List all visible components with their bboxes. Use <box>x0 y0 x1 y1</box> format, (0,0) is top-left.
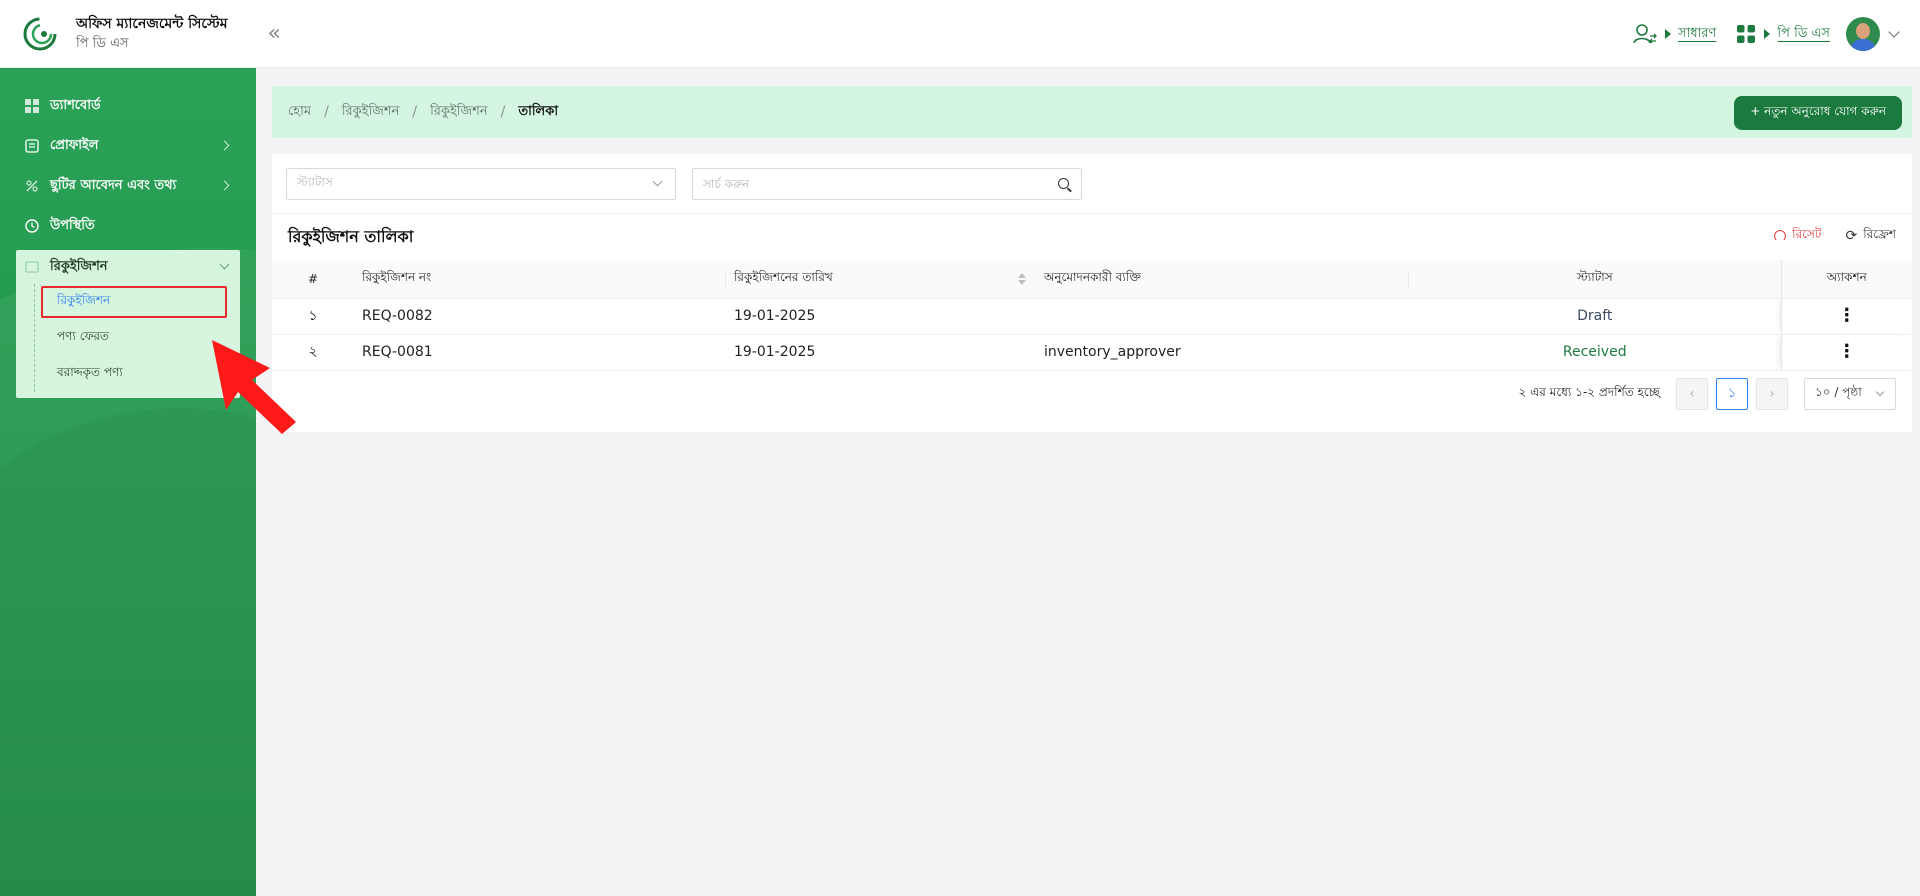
table-title: রিকুইজিশন তালিকা <box>288 226 414 246</box>
status-select[interactable]: স্ট্যাটাস <box>286 167 676 200</box>
row-date: 19-01-2025 <box>726 298 1036 335</box>
search-icon[interactable] <box>1058 177 1069 189</box>
module-switch[interactable]: পি ডি এস <box>1736 24 1830 45</box>
dashboard-icon <box>24 98 40 114</box>
page-button-current[interactable]: ১ <box>1716 378 1748 410</box>
sidebar-item-profile[interactable]: প্রোফাইল <box>0 126 256 166</box>
row-date: 19-01-2025 <box>726 334 1036 371</box>
breadcrumb: হোম / রিকুইজিশন / রিকুইজিশন / তালিকা + ন… <box>272 86 1912 138</box>
table-row: ১ REQ-0082 19-01-2025 Draft ⋮ <box>272 298 1912 335</box>
search-input[interactable] <box>693 169 1033 198</box>
pagination: ২ এর মধ্যে ১-২ প্রদর্শিত হচ্ছে ‹ ১ › ১০ … <box>1518 378 1896 410</box>
col-approver: অনুমোদনকারী ব্যক্তি <box>1036 260 1409 299</box>
refresh-button[interactable]: ⟳ রিফ্রেশ <box>1845 226 1896 246</box>
chevron-down-icon[interactable] <box>1888 26 1900 38</box>
page-size-label: ১০ / পৃষ্ঠা <box>1815 385 1862 399</box>
row-status: Draft <box>1409 298 1781 335</box>
col-date[interactable]: রিকুইজিশনের তারিখ <box>726 260 1036 299</box>
reset-label: রিসেট <box>1792 227 1822 241</box>
next-page-button[interactable]: › <box>1756 378 1788 410</box>
sidebar-item-requisition[interactable]: রিকুইজিশন <box>16 250 240 284</box>
highlight-box <box>41 286 227 318</box>
apps-grid-icon <box>1737 25 1756 43</box>
chevron-down-icon <box>652 176 663 186</box>
breadcrumb-current: তালিকা <box>518 103 559 119</box>
main-content: হোম / রিকুইজিশন / রিকুইজিশন / তালিকা + ন… <box>256 68 1920 896</box>
requisition-table: # রিকুইজিশন নং রিকুইজিশনের তারিখ অনুমোদন… <box>272 260 1912 371</box>
clock-icon <box>24 218 40 234</box>
kebab-menu-icon[interactable]: ⋮ <box>1838 307 1856 325</box>
reset-icon <box>1774 230 1787 242</box>
app-subtitle: পি ডি এস <box>76 35 129 51</box>
sidebar-item-label: ছুটির আবেদন এবং তথ্য <box>50 177 177 193</box>
col-action: অ্যাকশন <box>1780 260 1912 299</box>
chevron-down-icon <box>1875 387 1885 397</box>
pagination-info: ২ এর মধ্যে ১-২ প্রদর্শিত হচ্ছে <box>1518 385 1661 399</box>
table-row: ২ REQ-0081 19-01-2025 inventory_approver… <box>272 334 1912 371</box>
col-number: রিকুইজিশন নং <box>354 260 726 299</box>
role-link[interactable]: সাধারণ <box>1678 24 1716 45</box>
status-placeholder: স্ট্যাটাস <box>297 174 333 189</box>
row-action: ⋮ <box>1780 334 1912 371</box>
chevron-right-icon <box>219 140 230 151</box>
col-index: # <box>272 260 354 299</box>
top-header: অফিস ম্যানেজমেন্ট সিস্টেম পি ডি এস « সাধ… <box>0 0 1920 68</box>
pointer-arrow-icon <box>212 340 296 434</box>
row-status: Received <box>1409 334 1781 371</box>
reset-button[interactable]: রিসেট <box>1774 226 1821 246</box>
user-switch-icon <box>1633 24 1657 44</box>
row-number: REQ-0082 <box>354 298 726 335</box>
sort-icon[interactable] <box>1018 273 1026 285</box>
filter-bar: স্ট্যাটাস <box>272 154 1912 214</box>
brand[interactable]: অফিস ম্যানেজমেন্ট সিস্টেম পি ডি এস <box>22 15 228 53</box>
refresh-label: রিফ্রেশ <box>1863 227 1896 241</box>
chevron-right-icon <box>219 180 230 191</box>
chevron-down-icon <box>219 259 230 270</box>
prev-page-button[interactable]: ‹ <box>1676 378 1708 410</box>
sidebar-item-label: উপস্থিতি <box>50 217 95 233</box>
refresh-icon: ⟳ <box>1845 228 1858 244</box>
leave-icon <box>24 178 40 194</box>
sidebar-item-label: ড্যাশবোর্ড <box>50 97 101 113</box>
row-number: REQ-0081 <box>354 334 726 371</box>
row-approver <box>1036 298 1409 335</box>
row-action: ⋮ <box>1780 298 1912 335</box>
breadcrumb-requisition[interactable]: রিকুইজিশন <box>342 102 400 123</box>
breadcrumb-requisition-sub[interactable]: রিকুইজিশন <box>430 102 488 123</box>
logo <box>22 16 58 52</box>
kebab-menu-icon[interactable]: ⋮ <box>1838 343 1856 361</box>
row-index: ১ <box>272 298 354 335</box>
app-title: অফিস ম্যানেজমেন্ট সিস্টেম <box>76 15 228 32</box>
sidebar-item-dashboard[interactable]: ড্যাশবোর্ড <box>0 86 256 126</box>
add-request-button[interactable]: + নতুন অনুরোধ যোগ করুন <box>1734 96 1902 130</box>
sidebar-item-leave[interactable]: ছুটির আবেদন এবং তথ্য <box>0 166 256 206</box>
row-approver: inventory_approver <box>1036 334 1409 371</box>
module-link[interactable]: পি ডি এস <box>1777 24 1830 45</box>
search-box <box>692 167 1082 200</box>
col-status: স্ট্যাটাস <box>1409 260 1781 299</box>
profile-icon <box>24 138 40 154</box>
requisition-panel: স্ট্যাটাস রিকুইজিশন তালিকা রিসেট ⟳ রিফ্র… <box>272 154 1912 432</box>
page-size-select[interactable]: ১০ / পৃষ্ঠা <box>1804 378 1896 410</box>
breadcrumb-home[interactable]: হোম <box>288 102 311 123</box>
sidebar-item-label: রিকুইজিশন <box>50 258 108 274</box>
role-switch[interactable]: সাধারণ <box>1633 23 1716 45</box>
sidebar-item-attendance[interactable]: উপস্থিতি <box>0 206 256 246</box>
avatar[interactable] <box>1846 17 1880 51</box>
collapse-sidebar-icon[interactable]: « <box>268 22 281 45</box>
sidebar: ড্যাশবোর্ড প্রোফাইল ছুটির আবেদন এবং তথ্য… <box>0 68 256 896</box>
requisition-icon <box>24 259 40 275</box>
sidebar-item-label: প্রোফাইল <box>50 137 99 153</box>
